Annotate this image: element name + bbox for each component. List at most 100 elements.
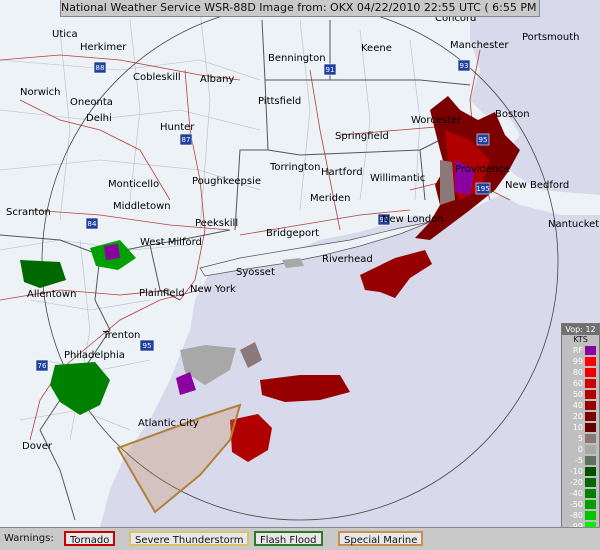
radar-viewer: 88 91 93 87 95 84 95 195 76 95 Utica Her…	[0, 0, 600, 550]
city-label: Keene	[361, 43, 392, 54]
legend-swatch	[585, 368, 596, 377]
city-label: Boston	[495, 109, 530, 120]
city-label: Dover	[22, 441, 53, 452]
city-label: Plainfield	[139, 288, 185, 299]
warnings-label: Warnings:	[4, 533, 54, 544]
city-label: Herkimer	[80, 42, 127, 53]
city-label: Scranton	[6, 207, 51, 218]
highway-shield-icon: 195	[475, 182, 491, 195]
warning-tornado[interactable]: Tornado	[64, 531, 116, 546]
city-label: Meriden	[310, 193, 351, 204]
image-title: National Weather Service WSR-88D Image f…	[60, 0, 540, 17]
legend-row: 50	[562, 389, 599, 400]
legend-row: -5	[562, 455, 599, 466]
legend-swatch	[585, 434, 596, 443]
legend-row: 20	[562, 411, 599, 422]
svg-text:93: 93	[460, 62, 469, 70]
legend-label: 5	[577, 434, 583, 443]
legend-label: 50	[572, 390, 583, 399]
legend-row: 10	[562, 422, 599, 433]
legend-scale: RF9980605040201050-5-10-20-40-50-80-99ND	[562, 345, 599, 543]
city-label: Bridgeport	[266, 228, 319, 239]
city-label: Providence	[455, 164, 510, 175]
legend-row: -40	[562, 488, 599, 499]
city-label: Poughkeepsie	[192, 176, 261, 187]
legend-swatch	[585, 467, 596, 476]
legend-row: 0	[562, 444, 599, 455]
warnings-bar: Warnings: Tornado Severe Thunderstorm Fl…	[0, 527, 600, 550]
legend-swatch	[585, 445, 596, 454]
legend-row: 40	[562, 400, 599, 411]
legend-label: -40	[569, 489, 583, 498]
legend-label: -80	[569, 511, 583, 520]
warning-severe-thunderstorm[interactable]: Severe Thunderstorm	[129, 531, 250, 546]
legend-label: RF	[572, 346, 583, 355]
legend-row: 99	[562, 356, 599, 367]
city-label: Pittsfield	[258, 96, 301, 107]
legend-swatch	[585, 379, 596, 388]
city-label: Peekskill	[195, 218, 238, 229]
velocity-legend: Vop: 12 KTS RF 99 80 60 50 40 20 10 5 0 -5 -10 -20 -4…	[561, 323, 600, 546]
city-label: Middletown	[113, 201, 171, 212]
svg-text:95: 95	[143, 342, 152, 350]
city-label: Oneonta	[70, 97, 113, 108]
svg-text:76: 76	[38, 362, 47, 370]
legend-swatch	[585, 357, 596, 366]
city-label: Allentown	[27, 289, 76, 300]
highway-shield-icon: 84	[85, 217, 99, 230]
highway-shield-icon: 76	[35, 359, 49, 372]
city-label: Norwich	[20, 87, 61, 98]
legend-swatch	[585, 346, 596, 355]
highway-shield-icon: 91	[323, 63, 337, 76]
svg-text:195: 195	[476, 185, 489, 193]
legend-row: -20	[562, 477, 599, 488]
city-label: Delhi	[86, 113, 112, 124]
legend-swatch	[585, 456, 596, 465]
legend-row: 60	[562, 378, 599, 389]
city-label: Nantucket	[548, 219, 599, 230]
legend-swatch	[585, 511, 596, 520]
legend-label: 99	[572, 357, 583, 366]
legend-swatch	[585, 478, 596, 487]
city-label: Manchester	[450, 40, 509, 51]
highway-shield-icon: 95	[476, 133, 490, 146]
city-label: Monticello	[108, 179, 159, 190]
svg-text:95: 95	[479, 136, 488, 144]
city-label: New York	[190, 284, 236, 295]
legend-row: -10	[562, 466, 599, 477]
highway-shield-icon: 87	[179, 133, 193, 146]
legend-units: KTS	[573, 335, 588, 344]
legend-row: RF	[562, 345, 599, 356]
city-label: Portsmouth	[522, 32, 580, 43]
legend-label: 0	[577, 445, 583, 454]
legend-label: 10	[572, 423, 583, 432]
legend-label: 40	[572, 401, 583, 410]
city-label: Springfield	[335, 131, 389, 142]
legend-swatch	[585, 412, 596, 421]
city-label: Utica	[52, 29, 78, 40]
legend-label: -10	[569, 467, 583, 476]
warning-flash-flood[interactable]: Flash Flood	[254, 531, 323, 546]
legend-row: 5	[562, 433, 599, 444]
legend-swatch	[585, 401, 596, 410]
legend-swatch	[585, 500, 596, 509]
legend-label: -50	[569, 500, 583, 509]
legend-label: 60	[572, 379, 583, 388]
legend-label: 20	[572, 412, 583, 421]
radar-map[interactable]: 88 91 93 87 95 84 95 195 76 95 Utica Her…	[0, 0, 600, 527]
legend-swatch	[585, 390, 596, 399]
svg-text:88: 88	[96, 64, 105, 72]
highway-shield-icon: 93	[457, 59, 471, 72]
city-label: Trenton	[102, 330, 140, 341]
warning-special-marine[interactable]: Special Marine	[338, 531, 424, 546]
highway-shield-icon: 88	[93, 61, 107, 74]
legend-row: -80	[562, 510, 599, 521]
city-label: Hunter	[160, 122, 195, 133]
legend-label: 80	[572, 368, 583, 377]
city-label: Philadelphia	[64, 350, 125, 361]
svg-text:87: 87	[182, 136, 191, 144]
city-label: Hartford	[321, 167, 363, 178]
city-label: Willimantic	[370, 173, 425, 184]
city-label: Riverhead	[322, 254, 373, 265]
legend-title: Vop: 12	[562, 324, 599, 335]
